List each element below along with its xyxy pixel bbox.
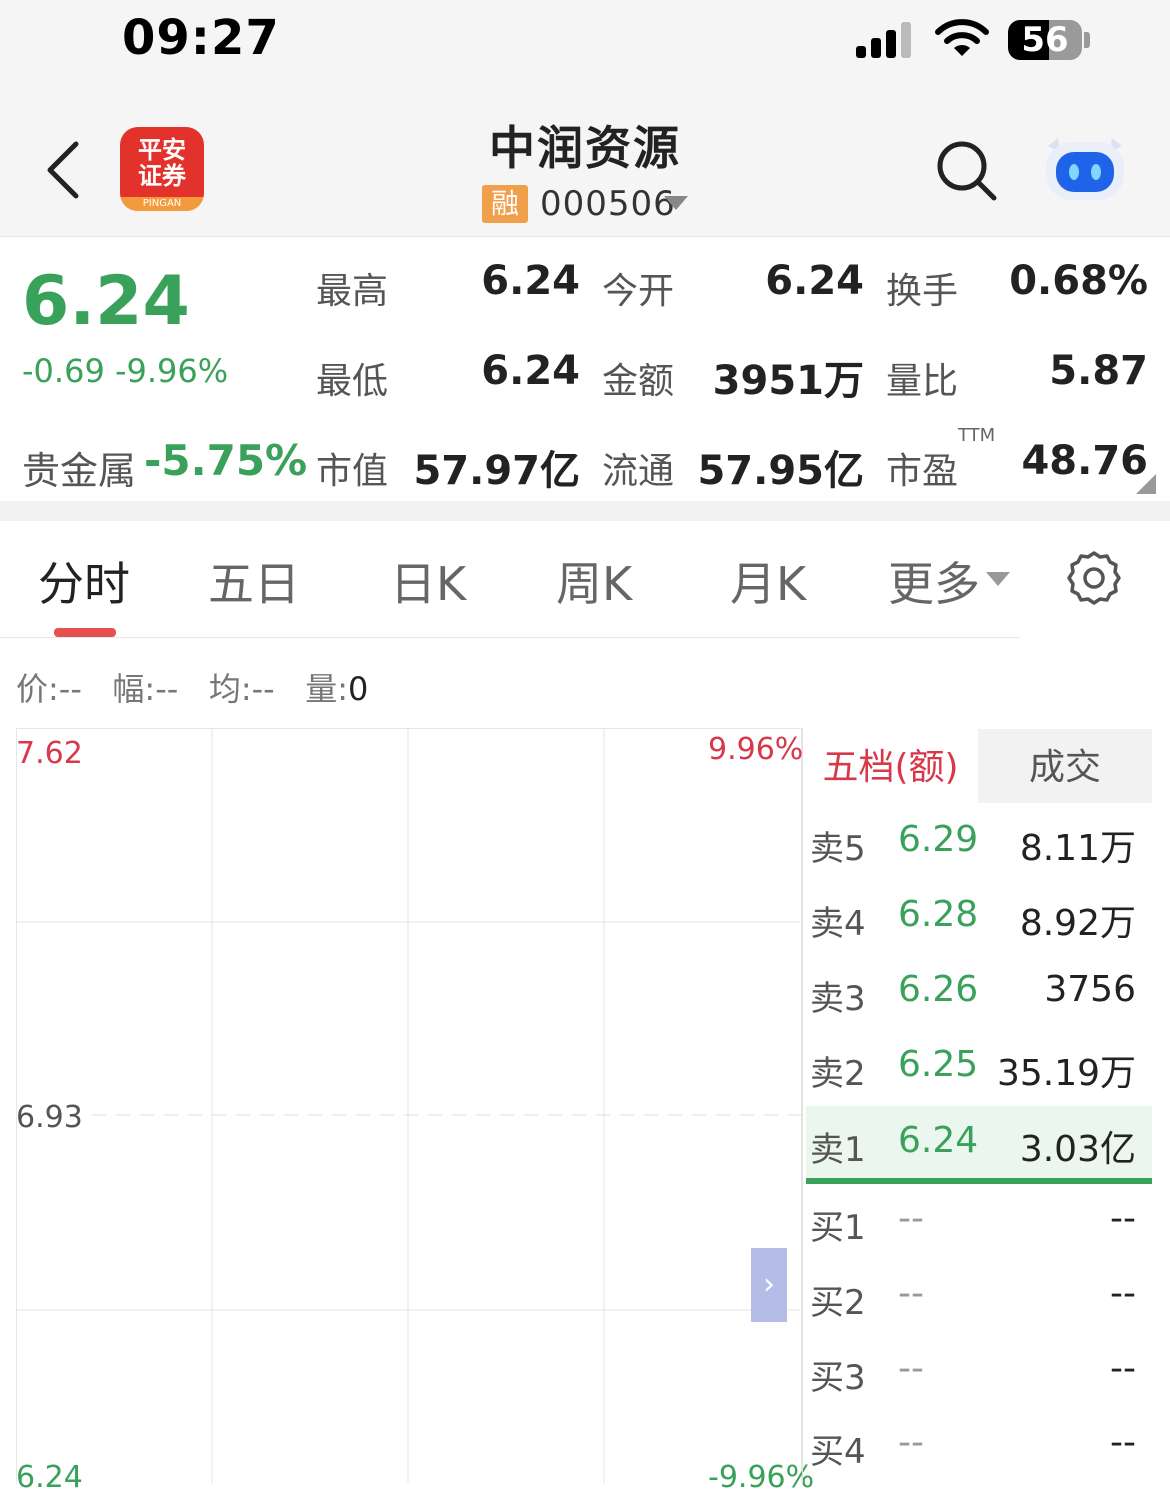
tab-trades[interactable]: 成交 <box>978 729 1152 803</box>
info-amp-value: -- <box>155 670 179 708</box>
margin-trading-badge: 融 <box>482 185 528 223</box>
buy1-price: -- <box>898 1198 924 1239</box>
battery-cap <box>1084 32 1090 48</box>
buy4-price: -- <box>898 1422 924 1463</box>
tab-daily-k[interactable]: 日K <box>390 548 466 614</box>
stat-value-high: 6.24 <box>481 258 580 304</box>
battery-level-text: 56 <box>1021 20 1069 60</box>
stat-label-open: 今开 <box>602 271 675 312</box>
buy2-price: -- <box>898 1273 924 1314</box>
tab-order-depth[interactable]: 五档(额) <box>803 729 978 803</box>
stat-value-amount: 3951万 <box>712 358 864 404</box>
y-axis-low-label: 6.24 <box>16 1460 83 1495</box>
order-book-row: 卖4 6.28 8.92万 <box>806 880 1152 955</box>
price-change: -0.69 -9.96% <box>22 352 229 390</box>
stat-label-turnover: 换手 <box>886 271 959 312</box>
info-avg-value: -- <box>251 670 275 708</box>
order-book-row: 买3 -- -- <box>806 1334 1152 1409</box>
sell3-price: 6.26 <box>898 969 979 1010</box>
robot-icon[interactable] <box>1040 132 1130 204</box>
stat-value-open: 6.24 <box>765 258 864 304</box>
info-amp-label: 幅: <box>112 670 156 708</box>
status-time: 09:27 <box>122 10 280 66</box>
stat-label-pe: 市盈 <box>886 451 959 492</box>
sell1-price: 6.24 <box>898 1120 979 1161</box>
y-axis-high-label: 7.62 <box>16 736 83 771</box>
tab-weekly-k[interactable]: 周K <box>556 548 632 614</box>
wifi-icon <box>935 19 989 56</box>
sector-change[interactable]: -5.75% <box>144 436 307 485</box>
buy2-volume: -- <box>1110 1273 1136 1314</box>
sell5-label: 卖5 <box>810 829 866 869</box>
buy2-label: 买2 <box>810 1283 866 1323</box>
stat-label-low: 最低 <box>316 361 389 402</box>
stat-value-volume-ratio: 5.87 <box>1049 348 1148 394</box>
info-price-value: -- <box>58 670 82 708</box>
cellular-signal-icon <box>856 22 916 58</box>
sell2-price: 6.25 <box>898 1044 979 1085</box>
stat-value-float-cap: 57.95亿 <box>697 448 864 494</box>
sell3-label: 卖3 <box>810 979 866 1019</box>
order-book-row: 卖2 6.25 35.19万 <box>806 1030 1152 1105</box>
section-divider <box>0 501 1170 521</box>
active-tab-indicator <box>54 628 116 637</box>
stat-value-turnover: 0.68% <box>1009 258 1148 304</box>
search-icon[interactable] <box>934 138 998 202</box>
expand-panel-button[interactable]: › <box>751 1248 787 1322</box>
battery-icon: 56 <box>1008 20 1082 60</box>
order-book-row: 买4 -- -- <box>806 1408 1152 1483</box>
chevron-down-icon[interactable] <box>664 196 688 210</box>
sell2-label: 卖2 <box>810 1054 866 1094</box>
intraday-chart[interactable] <box>16 728 802 1483</box>
info-vol-label: 量: <box>305 670 349 708</box>
info-avg-label: 均: <box>208 670 252 708</box>
stat-label-high: 最高 <box>316 271 389 312</box>
sell2-volume: 35.19万 <box>996 1053 1136 1094</box>
order-book-row: 卖1 6.24 3.03亿 <box>806 1106 1152 1178</box>
sell5-volume: 8.11万 <box>1019 828 1136 869</box>
tab-more[interactable]: 更多 <box>888 548 980 614</box>
stat-label-market-cap: 市值 <box>316 451 389 492</box>
y-axis-mid-label: 6.93 <box>16 1100 83 1135</box>
stat-value-low: 6.24 <box>481 348 580 394</box>
pct-axis-high-label: 9.96% <box>708 732 804 767</box>
stat-value-market-cap: 57.97亿 <box>413 448 580 494</box>
sell4-price: 6.28 <box>898 894 979 935</box>
gear-icon[interactable] <box>1066 550 1122 606</box>
chevron-down-icon[interactable] <box>986 572 1010 586</box>
chart-tab-bar <box>0 521 1020 638</box>
tab-five-day[interactable]: 五日 <box>208 548 300 614</box>
tab-monthly-k[interactable]: 月K <box>730 548 806 614</box>
info-vol-value: 0 <box>348 670 369 708</box>
buy3-price: -- <box>898 1348 924 1389</box>
order-book-row: 卖5 6.29 8.11万 <box>806 805 1152 880</box>
buy1-label: 买1 <box>810 1208 866 1248</box>
info-price-label: 价: <box>16 670 59 708</box>
stat-label-float-cap: 流通 <box>602 451 675 492</box>
sector-label[interactable]: 贵金属 <box>22 440 136 495</box>
current-price: 6.24 <box>22 262 190 341</box>
stat-label-amount: 金额 <box>602 361 675 402</box>
order-book-row: 买2 -- -- <box>806 1259 1152 1334</box>
sell4-volume: 8.92万 <box>1019 903 1136 944</box>
stat-label-volume-ratio: 量比 <box>886 361 959 402</box>
buy4-volume: -- <box>1110 1422 1136 1463</box>
sell1-volume: 3.03亿 <box>1019 1129 1136 1170</box>
expand-corner-icon[interactable] <box>1136 474 1156 494</box>
stat-value-pe: 48.76 <box>1021 438 1148 484</box>
buy3-label: 买3 <box>810 1358 866 1398</box>
pct-axis-low-label: -9.96% <box>708 1460 815 1495</box>
buy3-volume: -- <box>1110 1348 1136 1389</box>
sell3-volume: 3756 <box>1044 969 1136 1010</box>
sell4-label: 卖4 <box>810 904 866 944</box>
sell1-label: 卖1 <box>810 1130 866 1170</box>
crosshair-info-line: 价:-- 幅:-- 均:-- 量:0 <box>16 664 368 710</box>
buy4-label: 买4 <box>810 1432 866 1472</box>
tab-intraday[interactable]: 分时 <box>38 548 130 614</box>
buy1-volume: -- <box>1110 1198 1136 1239</box>
order-book-row: 卖3 6.26 3756 <box>806 955 1152 1030</box>
stock-code[interactable]: 000506 <box>540 184 676 224</box>
order-book-row: 买1 -- -- <box>806 1184 1152 1259</box>
sell5-price: 6.29 <box>898 819 979 860</box>
